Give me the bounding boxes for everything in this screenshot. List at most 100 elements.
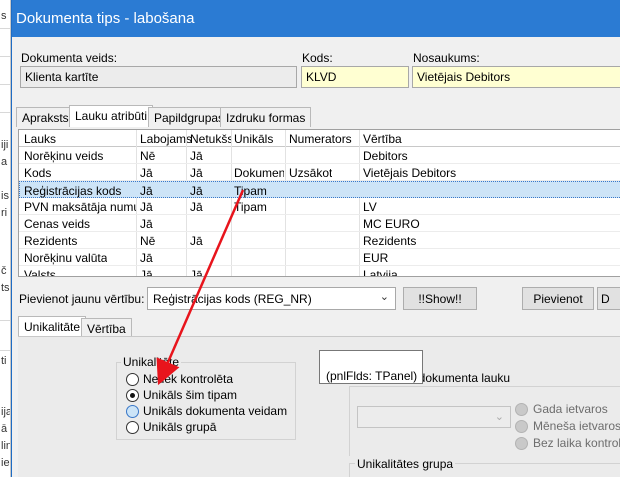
cell: Jā <box>190 149 203 163</box>
cell: Jā <box>140 184 153 198</box>
radio-circle-icon <box>515 420 528 433</box>
doc-type-field[interactable]: Klienta kartīte <box>20 66 297 88</box>
cell: LV <box>363 200 377 214</box>
table-row[interactable]: Norēķinu veids Nē Jā Debitors <box>19 147 620 164</box>
bg-text: ie <box>1 457 10 469</box>
radio-circle-icon <box>126 421 139 434</box>
cell: Debitors <box>363 149 408 163</box>
grid-header: Lauks Labojams Netukšs Unikāls Numerator… <box>19 130 620 276</box>
column-header[interactable]: Unikāls <box>234 132 273 146</box>
tab-print-forms[interactable]: Izdruku formas <box>220 107 312 127</box>
cell: Jā <box>140 200 153 214</box>
add-button[interactable]: Pievienot <box>522 287 594 310</box>
cell: EUR <box>363 251 389 265</box>
table-row[interactable]: Norēķinu valūta Jā EUR <box>19 249 620 266</box>
bg-text: iji <box>1 139 9 151</box>
name-label: Nosaukums: <box>413 51 480 65</box>
radio-circle-icon <box>126 405 139 418</box>
bg-text: ti <box>1 355 7 367</box>
cell: Jā <box>190 166 203 180</box>
date-field-select[interactable]: ⌄ <box>357 406 511 428</box>
cell: Rezidents <box>363 234 417 248</box>
cell: Uzsākot <box>289 166 333 180</box>
cell: Jā <box>190 234 203 248</box>
table-row[interactable]: Kods Jā Jā Dokument Uzsākot Vietējais De… <box>19 164 620 181</box>
chevron-down-icon: ⌄ <box>494 411 504 423</box>
cell: Jā <box>140 217 153 231</box>
radio-checked-icon <box>126 389 139 402</box>
code-label: Kods: <box>302 51 333 65</box>
radio-label: Unikāls grupā <box>143 420 217 434</box>
table-row-selected[interactable]: Reģistrācijas kods Jā Jā Tipam <box>19 181 620 198</box>
component-tooltip: (pnlFlds: TPanel) <box>319 350 423 384</box>
name-field[interactable]: Vietējais Debitors <box>412 66 620 88</box>
bg-text: s <box>1 10 7 22</box>
tab-description[interactable]: Apraksts <box>16 107 75 127</box>
radio-label: Unikāls dokumenta veidam <box>143 404 288 418</box>
doc-type-label: Dokumenta veids: <box>21 51 118 65</box>
cell: Cenas veids <box>24 217 91 231</box>
cell: Vietējais Debitors <box>363 166 457 180</box>
table-row[interactable]: Rezidents Nē Jā Rezidents <box>19 232 620 249</box>
radio-label: Netiek kontrolēta <box>143 372 234 386</box>
bg-text: ā <box>1 423 8 435</box>
fields-grid: Lauks Labojams Netukšs Unikāls Numerator… <box>18 129 620 277</box>
add-value-label: Pievienot jaunu vērtību: <box>19 292 145 306</box>
cell: Reģistrācijas kods <box>24 184 122 198</box>
column-header[interactable]: Vērtība <box>363 132 402 146</box>
bg-text: ija <box>1 406 11 418</box>
cell: Nē <box>140 149 156 163</box>
sub-tabs: Unikalitāte Vērtība <box>18 316 620 338</box>
show-button[interactable]: !!Show!! <box>403 287 477 310</box>
cell: Tipam <box>234 200 267 214</box>
table-row[interactable]: Cenas veids Jā MC EURO <box>19 215 620 232</box>
bg-text: č <box>1 265 7 277</box>
bg-text: is <box>1 190 9 202</box>
cell: Jā <box>140 251 153 265</box>
bg-text: a <box>1 156 8 168</box>
field-select-value: Reģistrācijas kods (REG_NR) <box>153 292 312 306</box>
cell: Jā <box>140 166 153 180</box>
table-row[interactable]: PVN maksātāja numurs Jā Jā Tipam LV <box>19 198 620 215</box>
cell: Jā <box>190 268 203 277</box>
cell: Valsts <box>24 268 56 277</box>
radio-label: Gada ietvaros <box>533 402 608 416</box>
bg-text: ts <box>1 282 10 294</box>
document-type-edit-window: Dokumenta tips - labošana Dokumenta veid… <box>11 0 620 477</box>
cell: Jā <box>190 184 203 198</box>
delete-button[interactable]: D <box>597 287 620 310</box>
bg-text: ri <box>1 207 8 219</box>
table-row[interactable]: Valsts Jā Jā Latvija <box>19 266 620 277</box>
cell: Nē <box>140 234 156 248</box>
cell: PVN maksātāja numurs <box>24 200 136 214</box>
radio-label: Unikāls šim tipam <box>143 388 238 402</box>
title-bar[interactable]: Dokumenta tips - labošana <box>12 0 620 37</box>
column-header[interactable]: Lauks <box>24 132 56 146</box>
uniqueness-group-title-2: Unikalitātes grupa <box>355 457 456 471</box>
tab-uniqueness[interactable]: Unikalitāte <box>18 316 87 338</box>
cell: Kods <box>24 166 52 180</box>
radio-circle-icon <box>515 403 528 416</box>
tab-field-attributes[interactable]: Lauku atribūti <box>69 105 154 127</box>
radio-circle-icon <box>126 373 139 386</box>
cell: Jā <box>190 200 203 214</box>
code-field[interactable]: KLVD <box>301 66 409 88</box>
cell: MC EURO <box>363 217 420 231</box>
radio-label: Mēneša ietvaros <box>533 419 620 433</box>
tab-value[interactable]: Vērtība <box>81 318 132 338</box>
radio-label: Bez laika kontroles <box>533 436 620 450</box>
uniqueness-group-title: Unikalitāte <box>121 355 182 369</box>
chevron-down-icon[interactable]: ⌄ <box>380 290 389 303</box>
tab-extra-groups[interactable]: Papildgrupas <box>148 107 231 127</box>
bg-text: lin <box>1 440 11 452</box>
cell: Jā <box>140 268 153 277</box>
cell: Rezidents <box>24 234 78 248</box>
column-header[interactable]: Netukšs <box>190 132 232 146</box>
field-select[interactable]: Reģistrācijas kods (REG_NR) ⌄ <box>147 287 396 310</box>
background-window-edge: s iji a is ri č ts ti ija ā lin ie <box>0 0 11 477</box>
column-header[interactable]: Labojams <box>140 132 192 146</box>
column-header[interactable]: Numerators <box>289 132 352 146</box>
main-tabs: Apraksts Lauku atribūti Papildgrupas Izd… <box>16 105 620 127</box>
cell: Norēķinu valūta <box>24 251 108 265</box>
cell: Dokument <box>234 166 284 180</box>
